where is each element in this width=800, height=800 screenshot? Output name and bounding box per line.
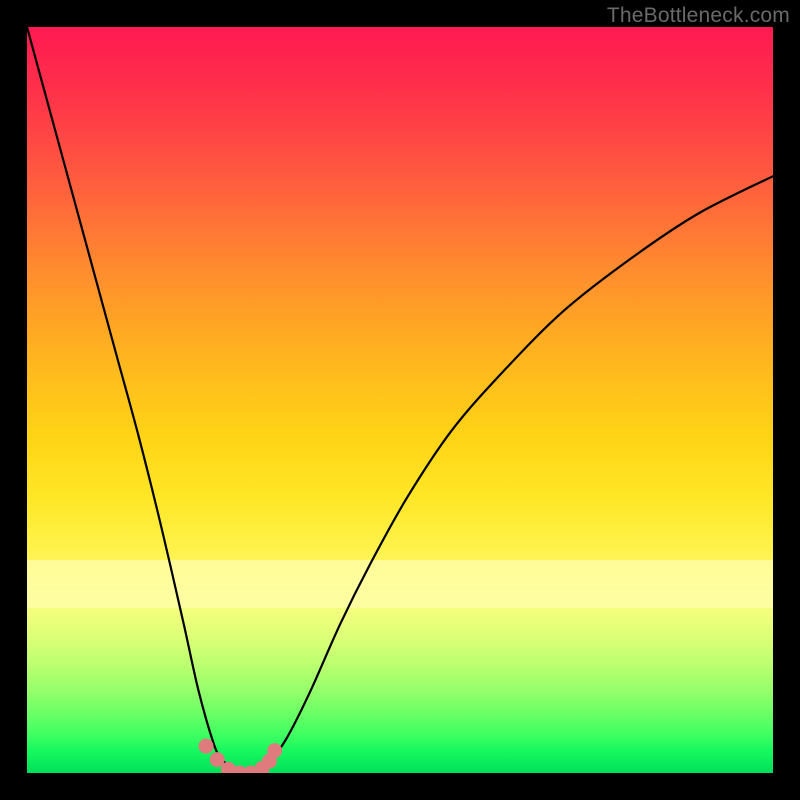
chart-frame: TheBottleneck.com	[0, 0, 800, 800]
curve-dot	[199, 739, 214, 754]
bottleneck-curve	[27, 27, 773, 773]
watermark-text: TheBottleneck.com	[607, 4, 790, 28]
plot-area	[27, 27, 773, 773]
curve-dot	[267, 743, 282, 758]
